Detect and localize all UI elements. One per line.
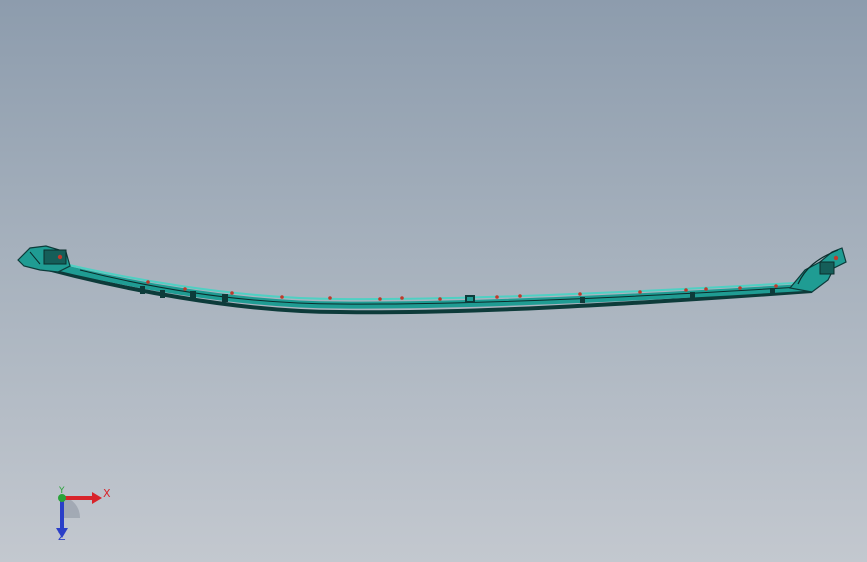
left-end-bracket: [17, 245, 71, 273]
graphics-viewport[interactable]: X Y Z: [0, 0, 867, 562]
triad-x-label: X: [103, 487, 111, 500]
triad-y-label: Y: [59, 486, 65, 496]
triad-z-label: Z: [58, 530, 66, 543]
bumper-beam-model[interactable]: [0, 0, 867, 562]
center-clip: [465, 295, 475, 303]
right-end-bracket: [788, 247, 847, 293]
